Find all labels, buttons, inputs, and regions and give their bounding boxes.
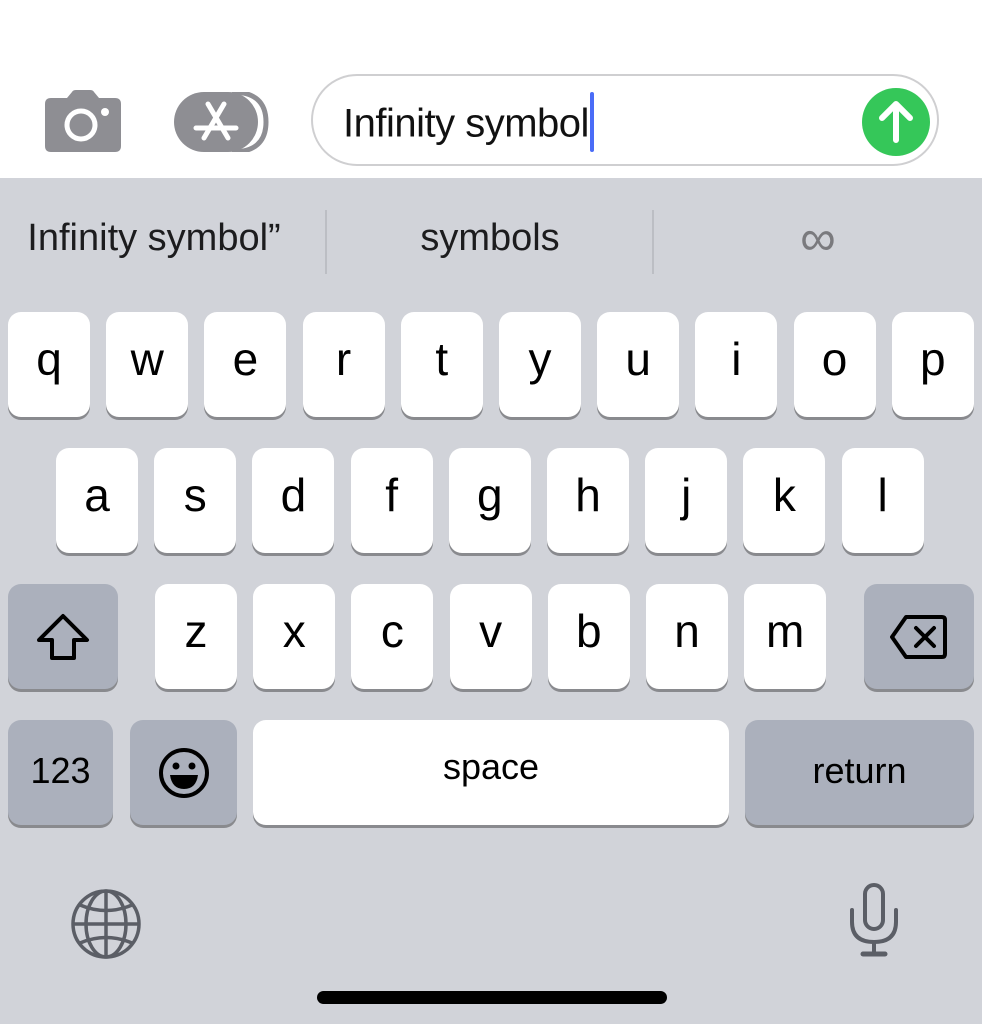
space-key-label: space [442,745,540,787]
key-label: l [877,468,888,521]
backspace-icon [890,614,947,659]
key-i[interactable]: i [695,312,778,417]
key-t[interactable]: t [400,312,483,417]
text-caret [589,92,594,152]
key-e[interactable]: e [204,312,287,417]
shift-key[interactable] [8,584,118,689]
globe-button[interactable] [70,888,142,960]
key-label: b [576,604,602,657]
camera-button[interactable] [45,90,121,152]
key-v[interactable]: v [449,584,532,689]
key-label: s [183,468,207,521]
key-label: m [766,604,805,657]
suggestion-2[interactable]: symbols [327,200,653,276]
message-input[interactable]: Infinity symbol [311,74,939,166]
key-label: j [681,468,692,521]
key-label: v [479,604,503,657]
key-label: q [36,332,62,385]
key-label: o [821,332,848,385]
key-f[interactable]: f [350,448,433,553]
key-j[interactable]: j [645,448,728,553]
emoji-key[interactable] [130,720,237,825]
key-o[interactable]: o [793,312,876,417]
key-label: a [84,468,110,521]
key-label: g [477,468,503,521]
message-input-text[interactable]: Infinity symbol [343,92,594,156]
key-label: x [282,604,306,657]
return-key[interactable]: return [745,720,974,825]
key-a[interactable]: a [56,448,138,553]
key-r[interactable]: r [302,312,385,417]
shift-icon [37,613,89,660]
key-x[interactable]: x [253,584,336,689]
key-label: h [575,468,601,521]
message-toolbar: Infinity symbol [0,0,982,178]
key-label: y [528,332,552,385]
microphone-icon [850,883,898,957]
key-w[interactable]: w [106,312,189,417]
key-d[interactable]: d [252,448,335,553]
key-p[interactable]: p [891,312,974,417]
key-z[interactable]: z [155,584,237,689]
backspace-key[interactable] [864,584,974,689]
send-button[interactable] [862,88,930,156]
key-label: i [731,332,742,385]
app-store-icon [174,89,269,155]
app-store-button[interactable] [174,89,270,155]
key-q[interactable]: q [8,312,90,417]
key-label: k [772,468,796,521]
key-label: p [920,332,946,385]
key-u[interactable]: u [597,312,680,417]
arrow-up-icon [879,101,913,143]
suggestion-1-label: Infinity symbol” [27,216,281,259]
key-s[interactable]: s [154,448,237,553]
key-label: z [184,604,208,657]
keyboard: Infinity symbol” symbols ∞ q w e r t y u i o p a s… [0,178,982,1024]
camera-icon [45,90,121,152]
key-label: f [385,468,398,521]
message-input-value: Infinity symbol [343,101,589,146]
key-label: r [335,332,352,385]
key-label: c [380,604,404,657]
key-y[interactable]: y [499,312,581,417]
suggestion-2-label: symbols [420,216,560,259]
key-c[interactable]: c [351,584,434,689]
key-n[interactable]: n [646,584,728,689]
key-k[interactable]: k [743,448,826,553]
key-label: n [674,604,700,657]
key-g[interactable]: g [448,448,531,553]
key-m[interactable]: m [744,584,827,689]
key-b[interactable]: b [547,584,630,689]
dictation-button[interactable] [848,882,900,958]
return-key-label: return [812,749,907,791]
suggestion-1[interactable]: Infinity symbol” [0,200,314,276]
globe-icon [71,889,141,959]
key-label: u [625,332,651,385]
key-label: t [435,332,449,385]
key-h[interactable]: h [547,448,629,553]
key-l[interactable]: l [841,448,924,553]
home-indicator[interactable] [317,991,667,1004]
key-label: e [232,332,259,385]
suggestion-3[interactable]: ∞ [654,200,982,276]
numbers-key-label: 123 [30,749,91,791]
key-label: d [280,468,307,521]
suggestion-3-label: ∞ [800,210,836,266]
space-key[interactable]: space [253,720,729,825]
numbers-key[interactable]: 123 [8,720,113,825]
key-label: w [130,332,164,385]
emoji-icon [158,747,209,798]
